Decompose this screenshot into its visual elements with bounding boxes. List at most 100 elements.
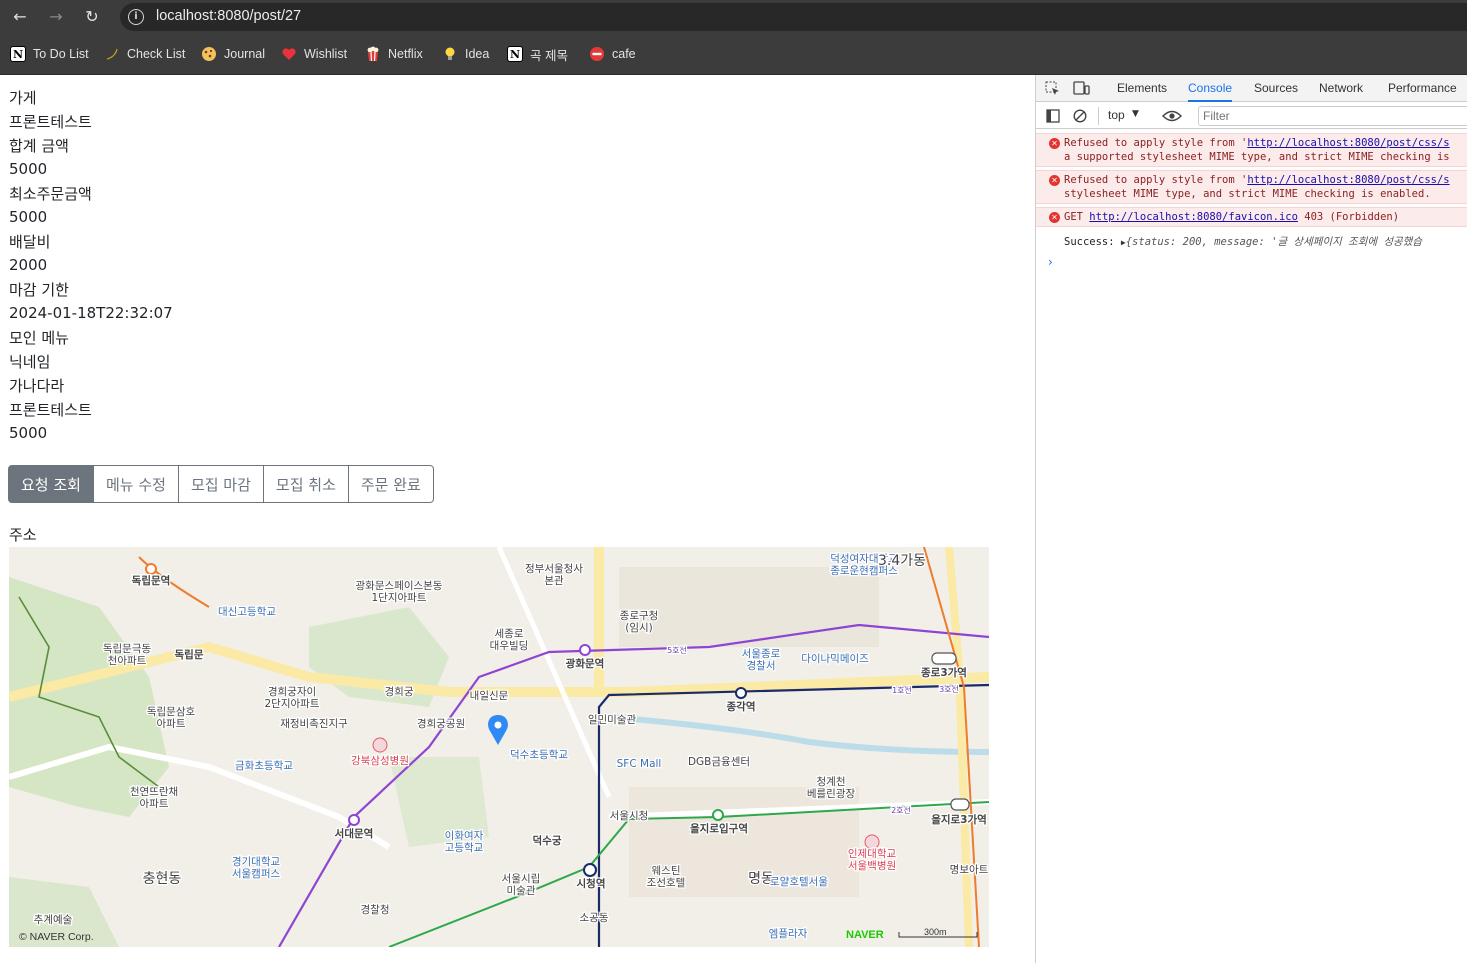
map[interactable]: 독립문역 대신고등학교 독립문극동 천아파트 독립문 독립문삼호 아파트 천연뜨란채 아파트 광화… bbox=[9, 547, 989, 947]
message-link[interactable]: http://localhost:8080/post/css/s bbox=[1247, 137, 1449, 149]
cancel-recruit-button[interactable]: 모집 취소 bbox=[262, 465, 349, 503]
map-canvas[interactable]: 독립문역대신고등학교독립문극동 천아파트 독립문독립문삼호 아파트천연뜨란채 아파트광화… bbox=[9, 547, 989, 947]
bookmark-to-do-list[interactable]: N To Do List bbox=[10, 45, 89, 63]
map-label[interactable]: 이화여자 고등학교 bbox=[443, 829, 484, 856]
station-marker[interactable] bbox=[579, 644, 591, 656]
map-label[interactable]: DGB금융센터 bbox=[687, 755, 752, 770]
map-label[interactable]: 경희궁공원 bbox=[416, 716, 467, 732]
close-recruit-button[interactable]: 모집 마감 bbox=[177, 465, 264, 503]
tab-network[interactable]: Network bbox=[1319, 75, 1363, 102]
message-link[interactable]: http://localhost:8080/post/css/s bbox=[1247, 174, 1449, 186]
map-label[interactable]: 인제대학교 서울백병원 bbox=[847, 847, 898, 874]
station-marker[interactable] bbox=[583, 863, 597, 877]
map-label[interactable]: 을지로입구역 bbox=[689, 821, 749, 837]
sidebar-toggle-icon[interactable] bbox=[1046, 108, 1060, 123]
deadline-label: 마감 기한 bbox=[9, 281, 69, 299]
map-label[interactable]: 독립문역 bbox=[130, 573, 171, 589]
map-label[interactable]: 청계천 베를린광장 bbox=[806, 775, 857, 802]
map-label[interactable]: 덕수궁 bbox=[531, 833, 563, 849]
map-label[interactable]: 광화문역 bbox=[564, 656, 605, 672]
map-label[interactable]: 종로3가역 bbox=[920, 665, 968, 681]
tab-elements[interactable]: Elements bbox=[1117, 75, 1167, 102]
bookmark-journal[interactable]: Journal bbox=[201, 45, 265, 63]
order-complete-button[interactable]: 주문 완료 bbox=[347, 465, 434, 503]
map-label[interactable]: 광화문스페이스본동 1단지아파트 bbox=[354, 579, 444, 606]
map-label[interactable]: 내일신문 bbox=[468, 688, 509, 704]
map-label[interactable]: 명보아트 bbox=[948, 863, 989, 878]
station-marker[interactable] bbox=[712, 809, 724, 821]
chevron-down-icon[interactable]: ▼ bbox=[1132, 109, 1139, 119]
station-marker[interactable] bbox=[931, 652, 957, 665]
clear-console-icon[interactable] bbox=[1073, 108, 1087, 123]
station-marker[interactable] bbox=[950, 798, 970, 811]
banana-icon bbox=[104, 46, 120, 62]
map-label[interactable]: 3호선 bbox=[938, 684, 960, 696]
station-marker[interactable] bbox=[145, 563, 157, 575]
bookmark-idea[interactable]: Idea bbox=[442, 45, 489, 63]
device-toolbar-icon[interactable] bbox=[1073, 81, 1090, 96]
context-selector[interactable]: top bbox=[1108, 108, 1125, 122]
map-label[interactable]: 금화초등학교 bbox=[234, 759, 295, 774]
map-label[interactable]: 1호선 bbox=[891, 685, 913, 697]
console-filter-input[interactable] bbox=[1198, 106, 1467, 126]
map-label[interactable]: 을지로3가역 bbox=[930, 812, 988, 828]
bookmark-wishlist[interactable]: Wishlist bbox=[281, 45, 347, 63]
map-label[interactable]: 로얄호텔서울 bbox=[769, 875, 830, 890]
log-object[interactable]: {status: 200, message: '글 상세페이지 조회에 성공했습 bbox=[1126, 236, 1422, 248]
map-label[interactable]: 독립문 bbox=[173, 647, 205, 663]
map-label[interactable]: 경기대학교 서울캠퍼스 bbox=[231, 854, 282, 882]
map-label[interactable]: 서대문역 bbox=[333, 826, 374, 842]
map-label[interactable]: 덕수초등학교 bbox=[509, 748, 570, 763]
view-requests-button[interactable]: 요청 조회 bbox=[8, 465, 94, 503]
deadline-value: 2024-01-18T22:32:07 bbox=[9, 304, 173, 322]
site-info-icon[interactable]: i bbox=[128, 9, 144, 25]
station-marker[interactable] bbox=[348, 814, 360, 826]
map-label[interactable]: SFC Mall bbox=[615, 757, 662, 772]
address-bar[interactable]: i localhost:8080/post/27 bbox=[120, 3, 1467, 31]
map-label[interactable]: 엠플라자 bbox=[767, 927, 808, 942]
reload-icon[interactable]: ↻ bbox=[80, 5, 104, 29]
map-label[interactable]: 세종로 대우빌딩 bbox=[488, 627, 529, 654]
map-label[interactable]: 다이나믹메이즈 bbox=[800, 652, 870, 667]
map-label[interactable]: 서울종로 경찰서 bbox=[740, 647, 781, 674]
console-prompt-icon[interactable]: › bbox=[1048, 255, 1053, 269]
map-label[interactable]: 경희궁자이 2단지아파트 bbox=[263, 684, 321, 712]
tab-sources[interactable]: Sources bbox=[1254, 75, 1298, 102]
forward-icon[interactable]: → bbox=[44, 5, 68, 29]
back-icon[interactable]: ← bbox=[8, 5, 32, 29]
map-label[interactable]: 추계예술 bbox=[32, 912, 73, 928]
tab-performance[interactable]: Performance bbox=[1388, 75, 1457, 102]
bookmark-cafe[interactable]: cafe bbox=[589, 45, 636, 63]
tab-console[interactable]: Console bbox=[1188, 75, 1233, 102]
map-label[interactable]: 경찰청 bbox=[359, 902, 390, 918]
map-label[interactable]: 정부서울청사 본관 bbox=[524, 562, 585, 589]
hospital-icon[interactable] bbox=[372, 737, 388, 753]
map-label[interactable]: 서울시립 미술관 bbox=[500, 871, 541, 899]
map-label[interactable]: 3.4가동 bbox=[877, 552, 928, 571]
map-label[interactable]: 서울시청 bbox=[608, 809, 649, 824]
bookmark-check-list[interactable]: Check List bbox=[104, 45, 185, 63]
map-label[interactable]: 시청역 bbox=[575, 876, 606, 892]
station-marker[interactable] bbox=[735, 687, 747, 699]
map-label[interactable]: 2호선 bbox=[890, 805, 912, 817]
map-label[interactable]: 재정비촉진지구 bbox=[279, 717, 349, 732]
bookmark-song-title[interactable]: N 곡 제목 bbox=[507, 45, 568, 63]
hospital-icon[interactable] bbox=[864, 834, 880, 850]
map-label[interactable]: 종로구청 (임시) bbox=[618, 609, 659, 636]
map-label[interactable]: 웨스틴 조선호텔 bbox=[645, 864, 686, 891]
map-label[interactable]: 대신고등학교 bbox=[217, 605, 278, 620]
map-label[interactable]: 소공동 bbox=[578, 911, 610, 926]
map-label[interactable]: 충현동 bbox=[141, 870, 182, 889]
map-label[interactable]: 독립문극동 천아파트 bbox=[102, 641, 153, 669]
edit-menu-button[interactable]: 메뉴 수정 bbox=[92, 465, 179, 503]
bookmark-netflix[interactable]: Netflix bbox=[365, 45, 423, 63]
map-label[interactable]: 강북삼성병원 bbox=[350, 754, 410, 769]
inspect-element-icon[interactable] bbox=[1045, 81, 1060, 96]
message-link[interactable]: http://localhost:8080/favicon.ico bbox=[1089, 211, 1298, 223]
map-label[interactable]: 5호선 bbox=[666, 645, 688, 657]
map-label[interactable]: 일민미술관 bbox=[587, 712, 638, 728]
live-expression-eye-icon[interactable] bbox=[1162, 108, 1182, 122]
location-pin-icon[interactable] bbox=[488, 715, 508, 745]
map-label[interactable]: 종각역 bbox=[725, 699, 756, 715]
map-label[interactable]: 경희궁 bbox=[383, 684, 415, 700]
